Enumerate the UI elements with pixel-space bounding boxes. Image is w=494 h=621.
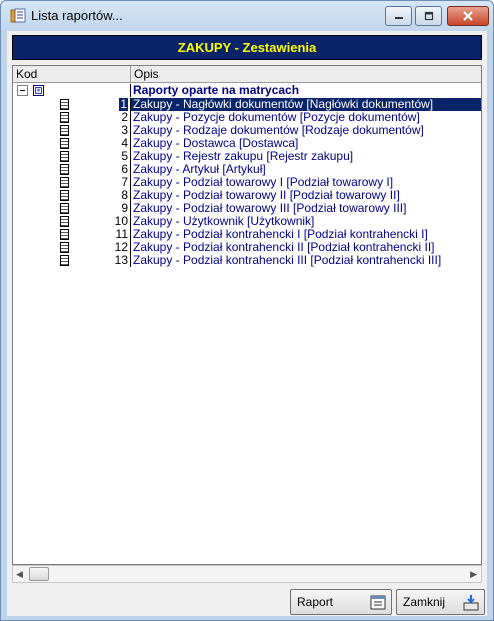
report-document-icon bbox=[60, 190, 69, 201]
report-document-icon bbox=[60, 112, 69, 123]
report-document-icon bbox=[60, 125, 69, 136]
table-row[interactable]: 9 Zakupy - Podział towarowy III [Podział … bbox=[13, 202, 481, 215]
row-kod-cell: 5 bbox=[13, 150, 131, 163]
group-kod-cell bbox=[13, 84, 131, 97]
row-kod-cell: 2 bbox=[13, 111, 131, 124]
table-row[interactable]: 6 Zakupy - Artykuł [Artykuł] bbox=[13, 163, 481, 176]
row-description: Zakupy - Pozycje dokumentów [Pozycje dok… bbox=[133, 111, 420, 124]
scroll-left-icon[interactable]: ◀ bbox=[16, 569, 23, 580]
row-description: Zakupy - Dostawca [Dostawca] bbox=[133, 137, 299, 150]
row-number: 13 bbox=[114, 253, 128, 267]
report-document-icon bbox=[60, 151, 69, 162]
column-header-opis[interactable]: Opis bbox=[131, 66, 481, 83]
row-description: Zakupy - Nagłówki dokumentów [Nagłówki d… bbox=[131, 98, 481, 111]
row-kod-cell: 11 bbox=[13, 228, 131, 241]
report-document-icon bbox=[60, 203, 69, 214]
group-label: Raporty oparte na matrycach bbox=[133, 84, 300, 97]
table-row[interactable]: 12 Zakupy - Podział kontrahencki II [Podz… bbox=[13, 241, 481, 254]
report-list-icon bbox=[10, 8, 26, 23]
table-row[interactable]: 3 Zakupy - Rodzaje dokumentów [Rodzaje do… bbox=[13, 124, 481, 137]
horizontal-scrollbar[interactable]: ◀ ▶ bbox=[12, 565, 482, 583]
table-row[interactable]: 7 Zakupy - Podział towarowy I [Podział to… bbox=[13, 176, 481, 189]
row-kod-cell: 6 bbox=[13, 163, 131, 176]
section-header-title: ZAKUPY - Zestawienia bbox=[177, 40, 317, 55]
row-kod-cell: 7 bbox=[13, 176, 131, 189]
report-document-icon bbox=[60, 164, 69, 175]
row-description: Zakupy - Podział kontrahencki I [Podział… bbox=[133, 228, 428, 241]
row-description: Zakupy - Użytkownik [Użytkownik] bbox=[133, 215, 315, 228]
minimize-button[interactable] bbox=[385, 6, 412, 26]
group-row[interactable]: Raporty oparte na matrycach bbox=[13, 84, 481, 97]
scroll-right-icon[interactable]: ▶ bbox=[470, 569, 477, 580]
row-kod-cell: 8 bbox=[13, 189, 131, 202]
column-header-kod[interactable]: Kod bbox=[13, 66, 131, 83]
row-kod-cell: 10 bbox=[13, 215, 131, 228]
zamknij-button-label: Zamknij bbox=[403, 595, 446, 609]
collapse-icon[interactable] bbox=[17, 85, 28, 96]
row-description: Zakupy - Podział towarowy I [Podział tow… bbox=[133, 176, 394, 189]
row-description: Zakupy - Podział kontrahencki III [Podzi… bbox=[133, 254, 442, 267]
report-document-icon bbox=[60, 242, 69, 253]
table-row[interactable]: 5 Zakupy - Rejestr zakupu [Rejestr zakupu… bbox=[13, 150, 481, 163]
raport-button-label: Raport bbox=[297, 595, 334, 609]
row-kod-cell: 1 bbox=[13, 98, 131, 111]
raport-button[interactable]: Raport bbox=[290, 589, 392, 615]
report-document-icon bbox=[60, 229, 69, 240]
row-description: Zakupy - Podział towarowy III [Podział t… bbox=[133, 202, 407, 215]
title-bar[interactable]: Lista raportów... bbox=[1, 1, 493, 31]
table-row[interactable]: 1 Zakupy - Nagłówki dokumentów [Nagłówki … bbox=[13, 98, 481, 111]
table-row[interactable]: 13 Zakupy - Podział kontrahencki III [Pod… bbox=[13, 254, 481, 267]
row-description: Zakupy - Artykuł [Artykuł] bbox=[133, 163, 266, 176]
row-description: Zakupy - Rejestr zakupu [Rejestr zakupu] bbox=[133, 150, 354, 163]
table-row[interactable]: 10 Zakupy - Użytkownik [Użytkownik] bbox=[13, 215, 481, 228]
matrix-folder-icon bbox=[33, 85, 44, 96]
row-kod-cell: 12 bbox=[13, 241, 131, 254]
row-description: Zakupy - Rodzaje dokumentów [Rodzaje dok… bbox=[133, 124, 424, 137]
window-title: Lista raportów... bbox=[31, 8, 123, 23]
exit-icon bbox=[463, 595, 479, 611]
table-row[interactable]: 2 Zakupy - Pozycje dokumentów [Pozycje do… bbox=[13, 111, 481, 124]
report-document-icon bbox=[60, 216, 69, 227]
report-document-icon bbox=[60, 99, 69, 110]
row-kod-cell: 9 bbox=[13, 202, 131, 215]
report-document-icon bbox=[60, 177, 69, 188]
section-header: ZAKUPY - Zestawienia bbox=[12, 35, 482, 60]
maximize-button[interactable] bbox=[415, 6, 442, 26]
table-row[interactable]: 11 Zakupy - Podział kontrahencki I [Podzi… bbox=[13, 228, 481, 241]
row-kod-cell: 4 bbox=[13, 137, 131, 150]
row-kod-cell: 3 bbox=[13, 124, 131, 137]
row-description: Zakupy - Podział towarowy II [Podział to… bbox=[133, 189, 400, 202]
minimize-icon bbox=[394, 17, 403, 19]
table-row[interactable]: 4 Zakupy - Dostawca [Dostawca] bbox=[13, 137, 481, 150]
table-row[interactable]: 8 Zakupy - Podział towarowy II [Podział t… bbox=[13, 189, 481, 202]
maximize-icon bbox=[424, 11, 433, 21]
row-description: Zakupy - Podział kontrahencki II [Podzia… bbox=[133, 241, 435, 254]
report-document-icon bbox=[60, 138, 69, 149]
row-kod-cell: 13 bbox=[13, 254, 131, 267]
report-grid[interactable]: Kod Opis Raporty oparte na matrycach 1 Za… bbox=[12, 65, 482, 565]
zamknij-button[interactable]: Zamknij bbox=[396, 589, 485, 615]
report-list-window: Lista raportów... ZAKUPY - Zestawienia K… bbox=[0, 0, 494, 621]
scroll-thumb[interactable] bbox=[29, 567, 49, 581]
report-icon bbox=[370, 595, 386, 610]
report-document-icon bbox=[60, 255, 69, 266]
window-client-area: ZAKUPY - Zestawienia Kod Opis Raporty op… bbox=[7, 31, 487, 616]
close-button[interactable] bbox=[447, 6, 489, 26]
close-icon bbox=[463, 11, 473, 21]
